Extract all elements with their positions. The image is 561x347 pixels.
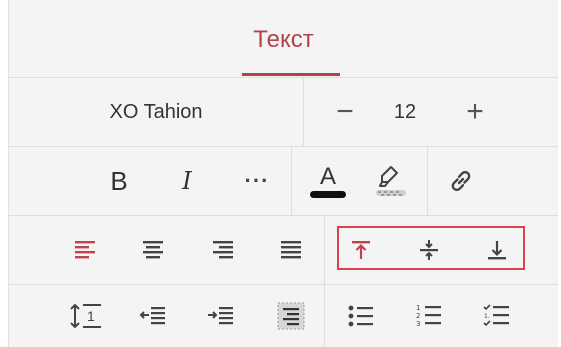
checklist-button[interactable]: 1.: [477, 285, 517, 347]
link-icon: [451, 170, 471, 192]
font-color-button[interactable]: A: [304, 147, 352, 215]
highlight-button[interactable]: [367, 147, 415, 215]
increase-indent-button[interactable]: [201, 285, 241, 347]
line-spacing-button[interactable]: 1: [63, 285, 107, 347]
font-size-label: 12: [393, 100, 417, 123]
tab-active-indicator: [242, 73, 340, 76]
svg-text:3: 3: [416, 320, 420, 328]
style-row: B I ··· A: [9, 147, 558, 216]
bullet-list-button[interactable]: [341, 285, 381, 347]
valign-top-button[interactable]: [341, 216, 381, 284]
minus-icon: −: [336, 95, 354, 128]
divider: [324, 216, 325, 284]
alignment-row: [9, 216, 558, 285]
font-size-value[interactable]: 12: [375, 78, 435, 146]
line-spacing-value: 1: [87, 308, 95, 324]
plus-icon: +: [466, 95, 484, 128]
header: Текст: [9, 0, 558, 78]
valign-bottom-button[interactable]: [477, 216, 517, 284]
font-row: XO Tahion − 12 +: [9, 78, 558, 147]
valign-top-icon: [352, 241, 370, 259]
align-left-button[interactable]: [65, 216, 105, 284]
align-right-icon: [213, 241, 233, 259]
checklist-icon: 1.: [483, 304, 509, 327]
more-icon: ···: [244, 168, 270, 193]
text-formatting-panel: Текст XO Tahion − 12 + B I ··· A 1 1 2 3…: [8, 0, 558, 347]
valign-middle-button[interactable]: [409, 216, 449, 284]
font-size-increase-button[interactable]: +: [445, 78, 505, 146]
italic-button[interactable]: I: [165, 147, 209, 215]
align-center-icon: [143, 241, 163, 259]
valign-middle-icon: [420, 240, 438, 260]
font-size-decrease-button[interactable]: −: [315, 78, 375, 146]
svg-text:1.: 1.: [484, 313, 490, 320]
link-button[interactable]: [437, 147, 485, 215]
svg-text:1: 1: [416, 304, 420, 312]
increase-indent-icon: [208, 307, 233, 325]
bold-button[interactable]: B: [97, 147, 141, 215]
line-spacing-icon: 1: [69, 303, 101, 329]
highlighter-icon: [376, 166, 406, 196]
svg-text:2: 2: [416, 312, 420, 320]
paragraph-background-button[interactable]: [271, 285, 311, 347]
tab-text[interactable]: Текст: [9, 26, 558, 54]
divider: [427, 147, 428, 215]
align-left-icon: [75, 241, 95, 259]
font-name-selector[interactable]: XO Tahion: [9, 78, 303, 146]
divider: [291, 147, 292, 215]
divider: [303, 78, 304, 146]
bullet-list-icon: [348, 305, 373, 327]
align-right-button[interactable]: [203, 216, 243, 284]
numbered-list-icon: 123: [416, 304, 441, 328]
align-justify-icon: [281, 241, 301, 259]
align-justify-button[interactable]: [271, 216, 311, 284]
paragraph-background-icon: [277, 302, 305, 330]
align-center-button[interactable]: [133, 216, 173, 284]
italic-icon: I: [182, 167, 192, 195]
decrease-indent-icon: [139, 307, 165, 325]
divider: [324, 285, 325, 347]
font-name-label: XO Tahion: [109, 100, 203, 123]
numbered-list-button[interactable]: 123: [409, 285, 449, 347]
font-color-icon: A: [310, 162, 346, 198]
font-color-letter: A: [319, 162, 336, 190]
decrease-indent-button[interactable]: [133, 285, 173, 347]
more-styles-button[interactable]: ···: [235, 147, 279, 215]
paragraph-row: 1 1 2 3 1.: [9, 285, 558, 347]
bold-icon: B: [110, 165, 128, 196]
valign-bottom-icon: [488, 241, 506, 260]
